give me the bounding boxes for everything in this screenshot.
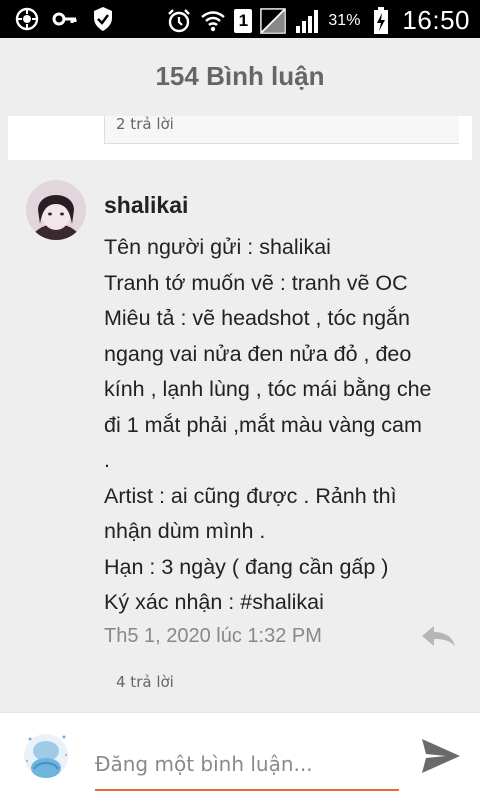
page-title: 154 Bình luận bbox=[155, 60, 325, 91]
settings-gear-icon bbox=[14, 6, 40, 32]
no-signal-icon bbox=[260, 7, 287, 34]
comment-line: Ký xác nhận : #shalikai bbox=[104, 590, 324, 614]
comment-line: ngang vai nửa đen nửa đỏ , đeo bbox=[104, 341, 412, 366]
comment-line: Artist : ai cũng được . Rảnh thì bbox=[104, 483, 397, 508]
comment-author[interactable]: shalikai bbox=[104, 192, 188, 219]
comment-line: Hạn : 3 ngày ( đang cần gấp ) bbox=[104, 554, 389, 579]
status-bar: 1 31% 16:50 bbox=[0, 0, 480, 38]
comment-input-wrapper bbox=[95, 733, 399, 791]
sim-1-icon: 1 bbox=[234, 8, 253, 33]
send-icon[interactable] bbox=[418, 733, 464, 779]
reply-arrow-icon[interactable] bbox=[418, 624, 458, 650]
avatar[interactable] bbox=[26, 180, 86, 240]
comment-line: Tên người gửi : shalikai bbox=[104, 235, 331, 259]
previous-reply-count-link[interactable]: 2 trả lời bbox=[116, 116, 174, 132]
comment-line: kính , lạnh lùng , tóc mái bằng che bbox=[104, 377, 432, 401]
comment-line: đi 1 mắt phải ,mắt màu vàng cam bbox=[104, 412, 422, 437]
shield-check-icon bbox=[90, 6, 116, 32]
battery-charging-icon bbox=[368, 6, 394, 34]
comments-header: 154 Bình luận bbox=[0, 38, 480, 116]
clock: 16:50 bbox=[402, 5, 470, 35]
user-avatar[interactable] bbox=[20, 725, 72, 787]
comment-item: shalikai Tên người gửi : shalikai Tranh … bbox=[0, 170, 480, 710]
comment-line: . bbox=[104, 448, 110, 472]
battery-percent: 31% bbox=[328, 11, 361, 29]
wifi-icon bbox=[200, 8, 226, 34]
comment-line: Tranh tớ muốn vẽ : tranh vẽ OC bbox=[104, 270, 408, 295]
comment-timestamp: Th5 1, 2020 lúc 1:32 PM bbox=[104, 625, 322, 647]
comment-body: Tên người gửi : shalikai Tranh tớ muốn v… bbox=[104, 230, 464, 621]
comment-line: Miêu tả : vẽ headshot , tóc ngắn bbox=[104, 306, 410, 330]
signal-icon bbox=[294, 8, 320, 34]
compose-bar bbox=[0, 712, 480, 800]
reply-count-link[interactable]: 4 trả lời bbox=[116, 673, 174, 691]
alarm-icon bbox=[166, 8, 192, 34]
key-icon bbox=[52, 6, 78, 32]
comment-input[interactable] bbox=[95, 733, 399, 789]
comment-line: nhận dùm mình . bbox=[104, 519, 266, 543]
previous-comment-card: 2 trả lời bbox=[8, 116, 472, 160]
